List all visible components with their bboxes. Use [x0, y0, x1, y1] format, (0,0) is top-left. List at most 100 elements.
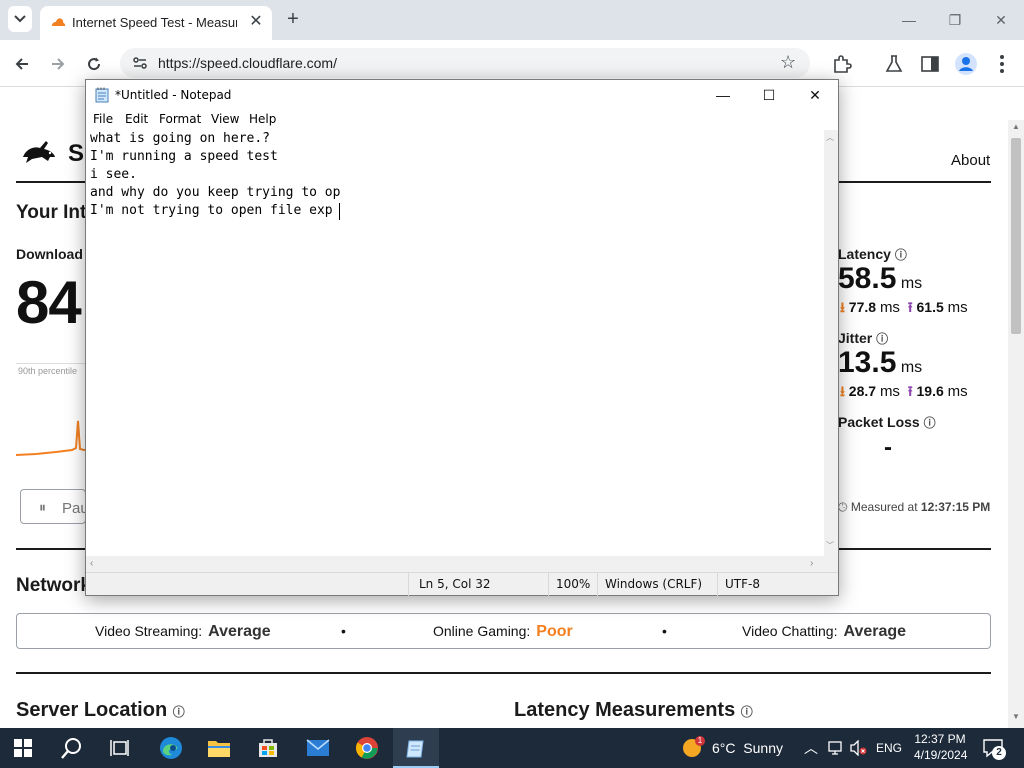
minimize-button[interactable]: —	[894, 8, 924, 32]
measured-time: 12:37:15 PM	[920, 500, 991, 514]
mail-button[interactable]	[295, 728, 341, 768]
quality-separator: •	[341, 623, 346, 639]
quality-video-streaming: Video Streaming: Average	[95, 623, 271, 641]
scroll-left-icon[interactable]: ‹	[90, 558, 93, 569]
start-button[interactable]	[0, 728, 46, 768]
search-button[interactable]	[49, 728, 95, 768]
menu-help[interactable]: Help	[249, 112, 276, 126]
quality-label: Online Gaming:	[433, 623, 531, 639]
notification-center-button[interactable]: 2	[982, 738, 1006, 760]
new-tab-button[interactable]: +	[282, 8, 304, 30]
menu-view[interactable]: View	[211, 112, 239, 126]
tab-search-button[interactable]	[8, 6, 32, 32]
network-quality-box: Video Streaming: Average • Online Gaming:…	[16, 613, 991, 649]
notification-count: 2	[992, 746, 1006, 760]
notepad-horizontal-scrollbar[interactable]: ‹ ›	[86, 556, 824, 572]
file-explorer-button[interactable]	[196, 728, 242, 768]
scroll-up-icon[interactable]: ▲	[1008, 122, 1024, 136]
notepad-icon	[406, 740, 424, 758]
menu-edit[interactable]: Edit	[125, 112, 148, 126]
menu-file[interactable]: File	[93, 112, 113, 126]
notepad-icon	[95, 87, 109, 103]
menu-format[interactable]: Format	[159, 112, 201, 126]
text-line: I'm not trying to open file exp	[90, 203, 333, 218]
reload-button[interactable]	[80, 50, 108, 78]
rabbit-logo-icon	[23, 141, 55, 163]
network-icon[interactable]	[828, 740, 844, 756]
pause-button[interactable]: ⏸ Pau	[20, 489, 89, 524]
notepad-vertical-scrollbar[interactable]: ︿ ﹀	[824, 130, 838, 556]
percentile-line	[16, 363, 86, 364]
weather-badge: 1	[695, 736, 705, 746]
info-icon[interactable]: ⓘ	[924, 416, 936, 430]
latency-down-unit: ms	[879, 299, 900, 316]
chrome-button[interactable]	[344, 728, 390, 768]
packet-loss-label: Packet Loss ⓘ	[838, 414, 936, 431]
task-view-button[interactable]	[96, 728, 142, 768]
scroll-down-icon[interactable]: ﹀	[826, 540, 834, 551]
notepad-menubar: File Edit Format View Help	[86, 110, 838, 130]
text-line: i see.	[90, 167, 137, 182]
nav-about-link[interactable]: About	[951, 152, 990, 169]
notepad-titlebar[interactable]: *Untitled - Notepad — ☐ ✕	[86, 80, 838, 110]
tab-title: Internet Speed Test - Measure	[72, 15, 237, 30]
info-icon[interactable]: ⓘ	[173, 705, 185, 719]
jitter-up: 19.6	[916, 383, 944, 399]
jitter-up-unit: ms	[947, 383, 968, 400]
upload-arrow-icon: ⭱	[907, 299, 913, 315]
scroll-down-icon[interactable]: ▼	[1008, 712, 1024, 726]
extensions-icon[interactable]	[830, 52, 854, 76]
text-line: I'm running a speed test	[90, 149, 278, 164]
labs-flask-icon[interactable]	[882, 52, 906, 76]
quality-separator: •	[662, 623, 667, 639]
scroll-up-icon[interactable]: ︿	[826, 132, 834, 143]
status-separator	[717, 573, 718, 596]
restore-button[interactable]: ❐	[940, 8, 970, 32]
bookmark-star-icon[interactable]: ☆	[780, 52, 796, 73]
reload-icon	[88, 57, 101, 71]
info-icon[interactable]: ⓘ	[741, 705, 753, 719]
store-button[interactable]	[245, 728, 291, 768]
site-info-icon[interactable]	[132, 55, 148, 71]
tray-overflow-chevron-icon[interactable]: ︿	[804, 738, 818, 758]
edge-button[interactable]	[148, 728, 194, 768]
latency-breakdown: ⭳ 77.8 ms ⭱ 61.5 ms	[840, 297, 968, 321]
percentile-label: 90th percentile	[18, 366, 78, 376]
notepad-taskbar-button[interactable]	[393, 728, 439, 768]
more-menu-icon[interactable]	[990, 52, 1014, 76]
side-panel-icon[interactable]	[918, 52, 942, 76]
language-indicator[interactable]: ENG	[876, 741, 902, 755]
page-scroll-thumb[interactable]	[1011, 138, 1021, 334]
latency-unit: ms	[900, 275, 923, 292]
notepad-text-area[interactable]: what is going on here.? I'm running a sp…	[86, 130, 824, 556]
address-bar[interactable]: https://speed.cloudflare.com/ ☆	[120, 48, 810, 78]
volume-muted-icon[interactable]	[850, 740, 868, 756]
site-logo-text[interactable]: S	[68, 140, 84, 168]
scroll-right-icon[interactable]: ›	[810, 558, 813, 569]
windows-logo-icon	[14, 739, 32, 757]
forward-button[interactable]	[44, 50, 72, 78]
edge-browser-icon	[160, 737, 182, 759]
browser-tab-active[interactable]: Internet Speed Test - Measure ✕	[40, 6, 272, 40]
tab-close-icon[interactable]: ✕	[246, 12, 266, 32]
chrome-icon	[356, 737, 378, 759]
notepad-minimize-button[interactable]: —	[700, 80, 746, 110]
info-icon[interactable]: ⓘ	[876, 332, 888, 346]
weather-text[interactable]: 6°C Sunny	[712, 740, 783, 756]
clock-date: 4/19/2024	[914, 748, 968, 762]
profile-avatar-icon[interactable]	[954, 52, 978, 76]
status-separator	[548, 573, 549, 596]
clock[interactable]: 12:37 PM 4/19/2024	[914, 732, 968, 762]
latency-down: 77.8	[848, 299, 877, 315]
section-divider	[16, 672, 991, 674]
weather-widget-icon[interactable]: 1	[682, 736, 705, 758]
chevron-down-icon	[14, 15, 26, 23]
info-icon[interactable]: ⓘ	[895, 248, 907, 262]
back-button[interactable]	[8, 50, 36, 78]
jitter-label-text: Jitter	[838, 330, 873, 346]
jitter-down: 28.7	[848, 383, 877, 399]
close-button[interactable]: ✕	[986, 8, 1016, 32]
notepad-window: *Untitled - Notepad — ☐ ✕ File Edit Form…	[85, 79, 839, 596]
notepad-close-button[interactable]: ✕	[792, 80, 838, 110]
notepad-maximize-button[interactable]: ☐	[746, 80, 792, 110]
